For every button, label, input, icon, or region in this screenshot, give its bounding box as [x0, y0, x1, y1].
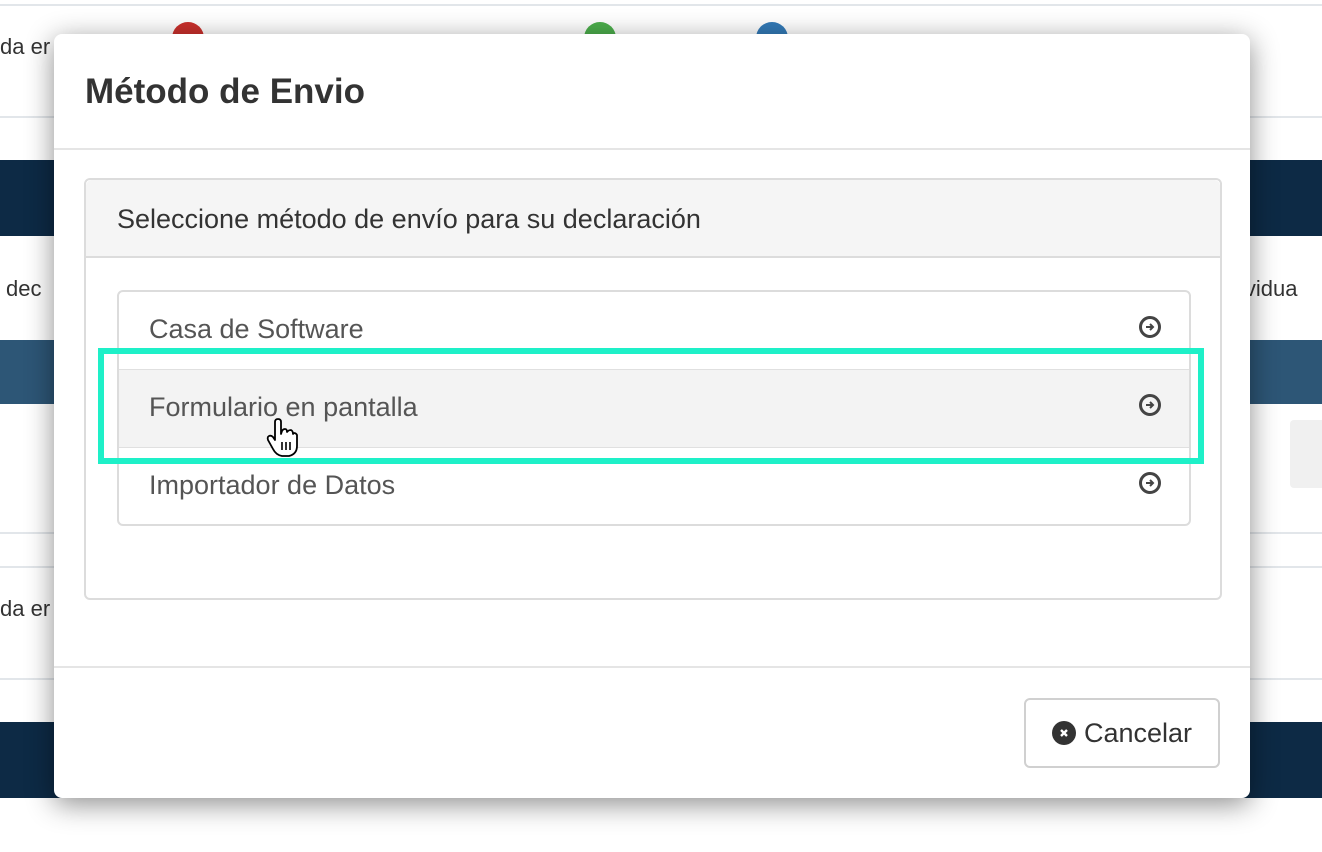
bg-text-fragment: dec [6, 276, 42, 301]
modal-header: Método de Envio [54, 34, 1250, 150]
arrow-circle-right-icon [1139, 316, 1161, 338]
panel-heading-text: Seleccione método de envío para su decla… [117, 204, 701, 234]
method-item-label: Importador de Datos [149, 470, 396, 500]
method-item-label: Casa de Software [149, 314, 364, 344]
bg-button [1290, 420, 1322, 488]
method-item-importador-de-datos[interactable]: Importador de Datos [119, 448, 1189, 525]
bg-text-fragment: da er [0, 34, 51, 59]
modal-title: Método de Envio [85, 72, 365, 111]
times-circle-icon [1051, 721, 1076, 745]
divider [0, 4, 1322, 6]
shipping-method-modal: Método de Envio Seleccione método de env… [54, 34, 1250, 798]
modal-footer-divider [54, 666, 1250, 668]
method-list: Casa de Software Formulario en pantalla … [117, 290, 1191, 526]
hand-cursor-icon [266, 418, 298, 457]
bg-text-fragment: da er [0, 596, 51, 621]
cancel-button-label: Cancelar [1083, 717, 1193, 748]
arrow-circle-right-icon [1139, 394, 1161, 416]
panel-heading: Seleccione método de envío para su decla… [86, 180, 1220, 258]
method-panel: Seleccione método de envío para su decla… [84, 178, 1222, 600]
arrow-circle-right-icon [1139, 472, 1161, 494]
cancel-button[interactable]: Cancelar [1024, 698, 1220, 768]
method-item-casa-de-software[interactable]: Casa de Software [119, 292, 1189, 370]
